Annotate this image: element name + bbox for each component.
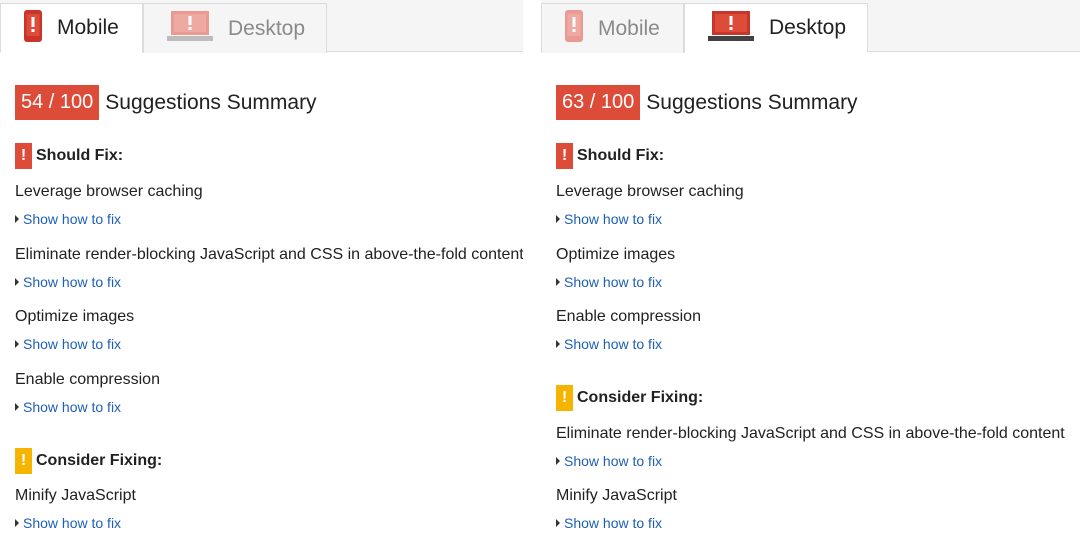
link-label: Show how to fix	[564, 515, 663, 531]
caret-right-icon	[15, 340, 19, 348]
caret-right-icon	[556, 278, 560, 286]
caret-right-icon	[556, 457, 560, 465]
caret-right-icon	[15, 403, 19, 411]
tab-desktop-label: Desktop	[228, 16, 306, 40]
consider-fixing-title: Consider Fixing:	[36, 452, 163, 469]
monitor-icon	[166, 10, 214, 47]
link-label: Show how to fix	[23, 336, 122, 352]
device-tab-bar: Mobile Desktop	[541, 0, 1080, 53]
show-how-to-fix-link[interactable]: Show how to fix	[15, 274, 121, 290]
tab-mobile[interactable]: Mobile	[0, 3, 143, 53]
link-label: Show how to fix	[564, 211, 663, 227]
rule-title[interactable]: Optimize images	[556, 246, 675, 264]
caret-right-icon	[15, 278, 19, 286]
page-title: Suggestions Summary	[105, 90, 317, 114]
tab-mobile-label: Mobile	[57, 16, 119, 39]
mobile-results-panel: Mobile Desktop 54 / 100 Suggestions Summ…	[0, 0, 523, 553]
score-badge: 63 / 100	[556, 85, 641, 120]
show-how-to-fix-link[interactable]: Show how to fix	[556, 515, 662, 531]
should-fix-header: ! Should Fix:	[556, 143, 664, 169]
show-how-to-fix-link[interactable]: Show how to fix	[556, 453, 662, 469]
rule-title[interactable]: Leverage browser caching	[556, 183, 744, 201]
warning-icon: !	[15, 143, 32, 169]
show-how-to-fix-link[interactable]: Show how to fix	[15, 336, 121, 352]
should-fix-title: Should Fix:	[36, 147, 124, 164]
monitor-icon	[707, 10, 755, 47]
rule-title[interactable]: Optimize images	[15, 308, 134, 326]
panel-divider	[523, 0, 541, 553]
phone-icon	[564, 9, 584, 48]
rule-title[interactable]: Enable compression	[15, 371, 160, 389]
score-badge: 54 / 100	[15, 85, 100, 120]
warning-icon: !	[556, 385, 573, 411]
link-label: Show how to fix	[23, 274, 122, 290]
caret-right-icon	[15, 215, 19, 223]
caret-right-icon	[556, 519, 560, 527]
consider-fixing-title: Consider Fixing:	[577, 389, 704, 406]
should-fix-title: Should Fix:	[577, 147, 665, 164]
warning-icon: !	[15, 448, 32, 474]
score-header: 54 / 100 Suggestions Summary	[15, 85, 317, 120]
rule-title[interactable]: Eliminate render-blocking JavaScript and…	[15, 246, 523, 264]
rule-title[interactable]: Minify JavaScript	[15, 487, 136, 505]
rule-title[interactable]: Leverage browser caching	[15, 183, 203, 201]
link-label: Show how to fix	[23, 399, 122, 415]
should-fix-header: ! Should Fix:	[15, 143, 123, 169]
warning-icon: !	[556, 143, 573, 169]
rule-title[interactable]: Eliminate render-blocking JavaScript and…	[556, 425, 1065, 443]
tab-desktop[interactable]: Desktop	[143, 3, 327, 53]
tab-mobile-label: Mobile	[598, 16, 660, 40]
show-how-to-fix-link[interactable]: Show how to fix	[15, 399, 121, 415]
caret-right-icon	[556, 215, 560, 223]
device-tab-bar: Mobile Desktop	[0, 0, 523, 53]
caret-right-icon	[15, 519, 19, 527]
rule-title[interactable]: Enable compression	[556, 308, 701, 326]
consider-fixing-header: ! Consider Fixing:	[15, 448, 162, 474]
show-how-to-fix-link[interactable]: Show how to fix	[556, 274, 662, 290]
page-title: Suggestions Summary	[646, 90, 858, 114]
link-label: Show how to fix	[23, 515, 122, 531]
link-label: Show how to fix	[564, 453, 663, 469]
tab-desktop[interactable]: Desktop	[684, 3, 868, 53]
show-how-to-fix-link[interactable]: Show how to fix	[556, 336, 662, 352]
score-header: 63 / 100 Suggestions Summary	[556, 85, 858, 120]
desktop-results-panel: Mobile Desktop 63 / 100 Suggestions Summ…	[541, 0, 1080, 553]
link-label: Show how to fix	[564, 336, 663, 352]
tab-mobile[interactable]: Mobile	[541, 3, 684, 53]
link-label: Show how to fix	[23, 211, 122, 227]
show-how-to-fix-link[interactable]: Show how to fix	[556, 211, 662, 227]
show-how-to-fix-link[interactable]: Show how to fix	[15, 211, 121, 227]
link-label: Show how to fix	[564, 274, 663, 290]
rule-title[interactable]: Minify JavaScript	[556, 487, 677, 505]
show-how-to-fix-link[interactable]: Show how to fix	[15, 515, 121, 531]
tab-desktop-label: Desktop	[769, 16, 847, 39]
consider-fixing-header: ! Consider Fixing:	[556, 385, 703, 411]
caret-right-icon	[556, 340, 560, 348]
phone-icon	[23, 9, 43, 48]
